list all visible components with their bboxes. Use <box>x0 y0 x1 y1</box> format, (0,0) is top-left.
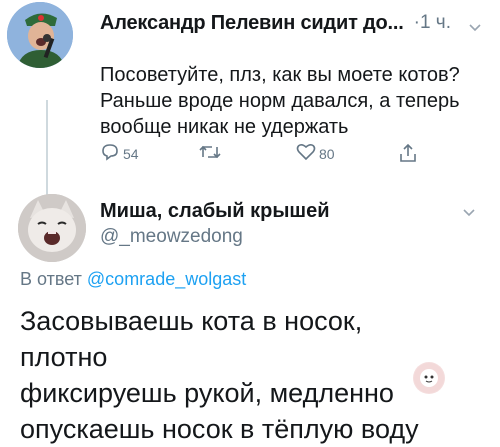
retweet-button[interactable] <box>198 143 222 164</box>
author-avatar[interactable] <box>7 2 73 68</box>
sticker-icon <box>413 362 445 394</box>
share-button[interactable] <box>398 143 418 166</box>
reply-to-prefix: В ответ <box>20 269 82 289</box>
tweet-header: Александр Пелевин сидит до... ·1 ч. <box>100 10 490 36</box>
tweet-actions: 54 80 <box>100 143 460 165</box>
tweet-text-line: Посоветуйте, плз, как вы моете котов? <box>100 64 460 86</box>
tweet-text: Посоветуйте, плз, как вы моете котов? Ра… <box>100 62 480 140</box>
tweet-text-line: вообще никак не удержать <box>100 116 349 138</box>
reply-icon <box>100 143 120 164</box>
tweet-text-line: Раньше вроде норм давался, а теперь <box>100 90 460 112</box>
chevron-down-icon[interactable] <box>468 16 482 39</box>
like-count: 80 <box>319 145 335 162</box>
reply-count: 54 <box>123 145 139 162</box>
retweet-icon <box>198 143 222 164</box>
thread-line <box>46 100 48 200</box>
reply-author-handle[interactable]: @_meowzedong <box>100 226 243 248</box>
reply-text: Засовываешь кота в носок, плотно фиксиру… <box>20 303 440 447</box>
timestamp[interactable]: ·1 ч. <box>414 12 451 34</box>
reply-button[interactable]: 54 <box>100 143 139 164</box>
share-icon <box>398 143 418 166</box>
reply-text-line: Засовываешь кота в носок, плотно <box>20 306 363 372</box>
reply-text-line: фиксируешь рукой, медленно <box>20 378 394 408</box>
reply-to-line: В ответ @comrade_wolgast <box>20 269 246 290</box>
like-icon <box>296 143 316 164</box>
reply-text-line: опускаешь носок в тёплую воду <box>20 414 419 444</box>
avatar-photo <box>7 2 73 68</box>
like-button[interactable]: 80 <box>296 143 335 164</box>
author-name[interactable]: Александр Пелевин сидит до... <box>100 12 404 35</box>
reply-to-handle-link[interactable]: @comrade_wolgast <box>87 269 246 289</box>
reply-author-name[interactable]: Миша, слабый крышей <box>100 200 330 223</box>
reply-author-avatar[interactable] <box>18 194 86 262</box>
cat-avatar-photo <box>18 194 86 262</box>
chevron-down-icon[interactable] <box>462 205 476 223</box>
